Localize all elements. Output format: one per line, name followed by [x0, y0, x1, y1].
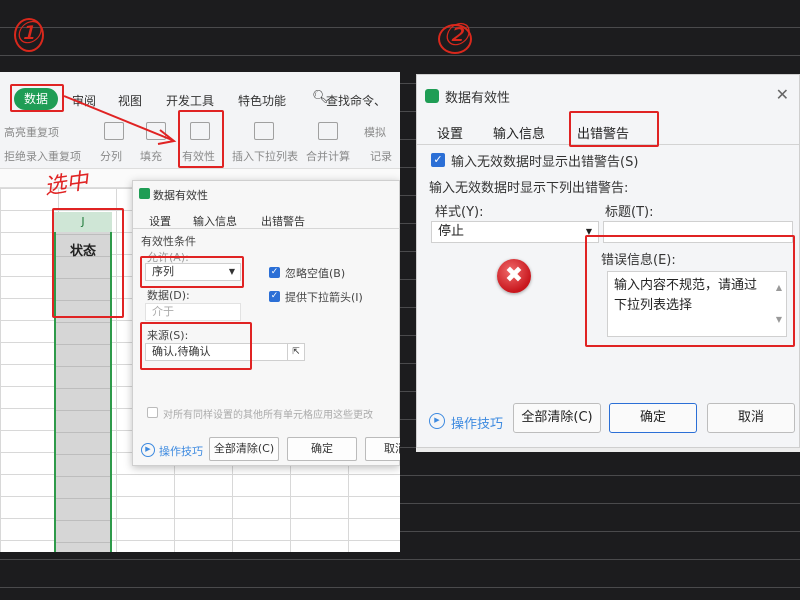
tips-link[interactable]: 操作技巧: [159, 443, 203, 459]
dropdown-arrow-label: 提供下拉箭头(I): [285, 291, 363, 304]
conditions-label: 有效性条件: [141, 235, 196, 248]
tips-play-icon[interactable]: ▶: [429, 413, 445, 429]
style-label: 样式(Y):: [435, 205, 484, 220]
data-value: 介于: [152, 305, 174, 318]
highlight-column-j: [52, 208, 124, 318]
tips-link[interactable]: 操作技巧: [451, 413, 503, 432]
ignore-blank-checkbox[interactable]: ✓: [269, 267, 280, 278]
style-select[interactable]: 停止 ▼: [431, 221, 599, 243]
apply-all-checkbox[interactable]: [147, 407, 158, 418]
validity-dialog-error-alert: 数据有效性 ✕ 设置 输入信息 出错警告 ✓ 输入无效数据时显示出错警告(S) …: [416, 74, 800, 448]
section-label: 输入无效数据时显示下列出错警告:: [429, 181, 629, 196]
tab-settings[interactable]: 设置: [437, 123, 463, 142]
data-label: 数据(D):: [147, 289, 190, 302]
highlight-error-message: [585, 235, 795, 347]
clear-all-button[interactable]: 全部清除(C): [513, 403, 601, 433]
highlight-source-input: [140, 322, 252, 370]
data-select[interactable]: 介于: [145, 303, 241, 321]
dialog-tabs: 设置 输入信息 出错警告: [133, 207, 400, 229]
highlight-error-alert-tab: [569, 111, 659, 147]
ok-button[interactable]: 确定: [609, 403, 697, 433]
show-error-label: 输入无效数据时显示出错警告(S): [451, 155, 639, 170]
tab-error-alert[interactable]: 出错警告: [261, 213, 305, 229]
clear-all-button[interactable]: 全部清除(C): [209, 437, 279, 461]
highlight-allow-select: [140, 256, 244, 288]
tips-play-icon[interactable]: ▶: [141, 443, 155, 457]
style-value: 停止: [438, 224, 465, 239]
selected-handwritten-note: 选中: [42, 169, 90, 200]
ignore-blank-label: 忽略空值(B): [285, 267, 346, 280]
dropdown-arrow-checkbox[interactable]: ✓: [269, 291, 280, 302]
tab-settings[interactable]: 设置: [149, 213, 171, 229]
step2-number: ②: [442, 18, 469, 53]
title-label: 标题(T):: [605, 205, 654, 220]
ok-button[interactable]: 确定: [287, 437, 357, 461]
sheet-edge: [416, 448, 800, 452]
close-icon[interactable]: ✕: [776, 85, 789, 104]
cancel-button[interactable]: 取消: [707, 403, 795, 433]
tab-input-message[interactable]: 输入信息: [493, 123, 545, 142]
app-icon: [425, 89, 439, 103]
dialog-title: 数据有效性: [445, 91, 511, 106]
apply-all-label: 对所有同样设置的其他所有单元格应用这些更改: [163, 410, 373, 421]
tab-input-message[interactable]: 输入信息: [193, 213, 237, 229]
cancel-button[interactable]: 取消: [365, 437, 400, 461]
range-picker-icon[interactable]: ⇱: [287, 343, 305, 361]
show-error-checkbox[interactable]: ✓: [431, 153, 445, 167]
stop-error-icon: ✖: [497, 259, 531, 293]
